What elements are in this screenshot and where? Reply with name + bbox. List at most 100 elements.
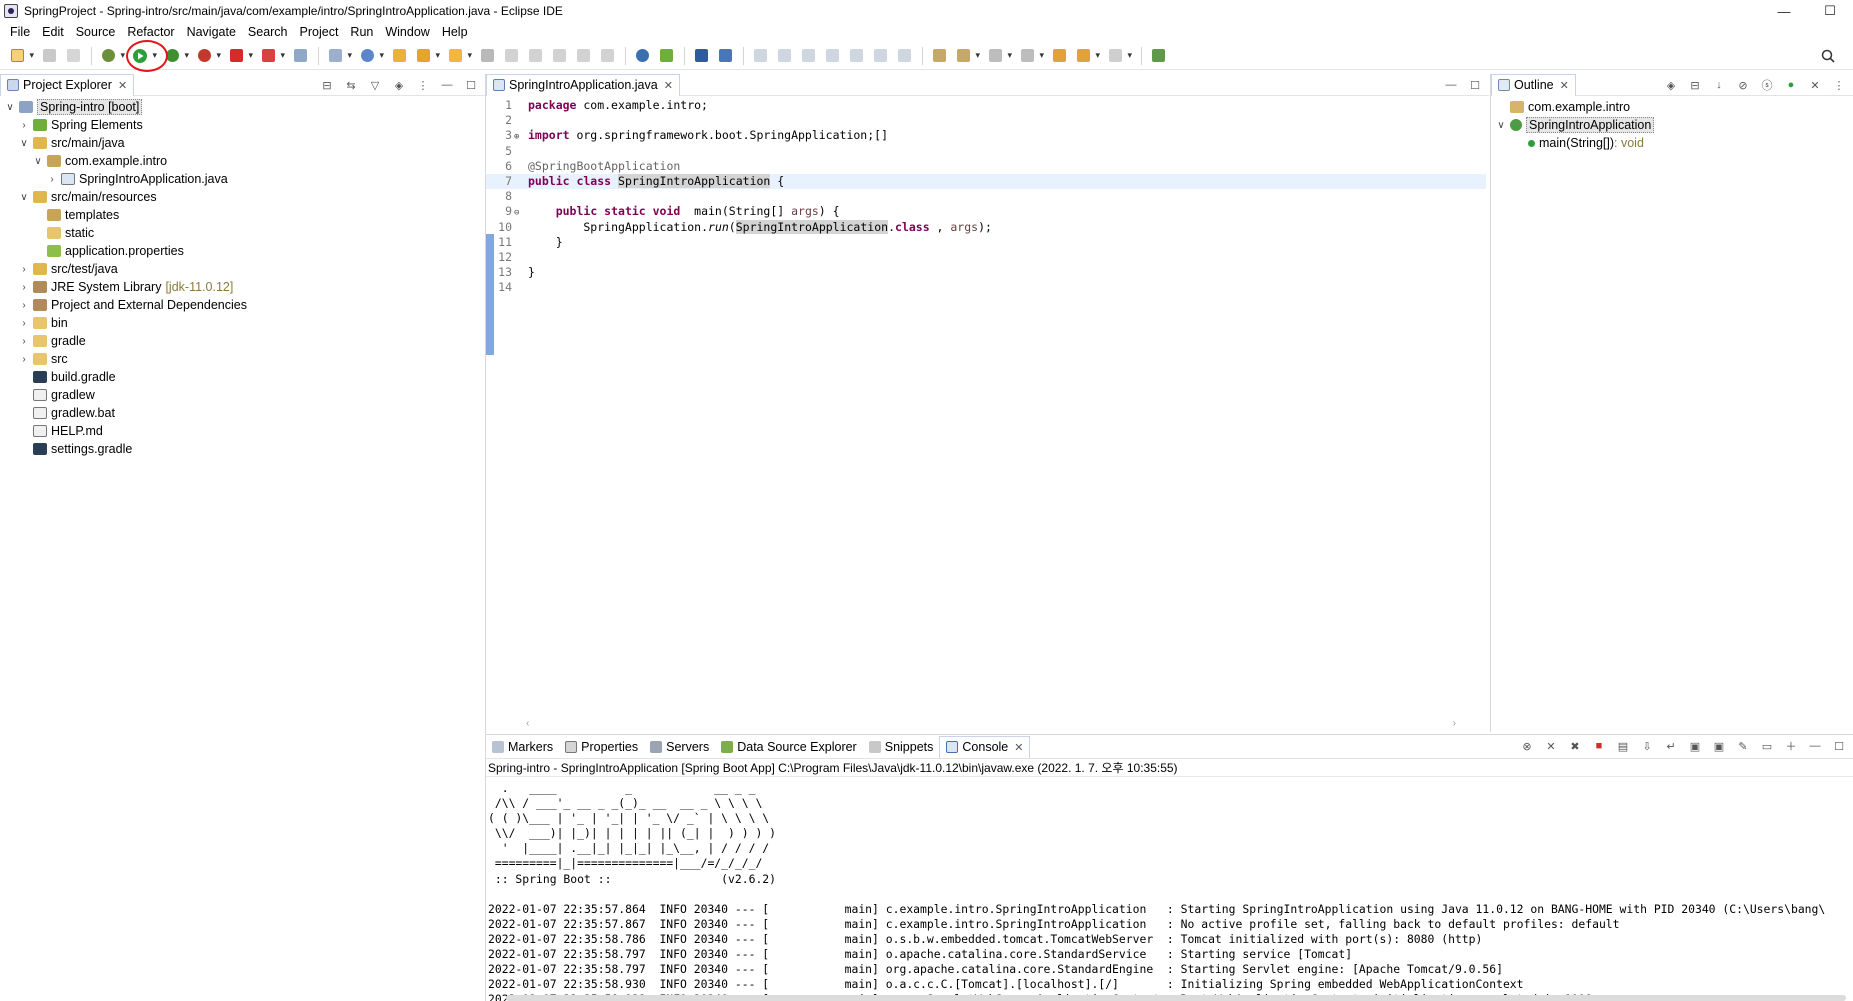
save-all-icon[interactable] [62, 46, 84, 66]
tree-item[interactable]: › bin [0, 314, 485, 332]
menu-edit[interactable]: Edit [36, 25, 70, 39]
block-selection-icon[interactable] [524, 46, 546, 66]
console-horizontal-scrollbar[interactable] [506, 995, 1846, 1001]
menu-project[interactable]: Project [294, 25, 345, 39]
tree-item[interactable]: gradlew.bat [0, 404, 485, 422]
view-menu-icon[interactable]: ⋮ [1831, 77, 1847, 93]
step-over-icon[interactable] [869, 46, 891, 66]
chevron-right-icon[interactable]: › [18, 300, 30, 311]
scroll-lock-icon[interactable]: ⇩ [1639, 738, 1655, 754]
relaunch-icon[interactable] [257, 46, 285, 66]
remove-all-launches-icon[interactable]: ✖ [1567, 738, 1583, 754]
remove-launch-icon[interactable]: ✕ [1543, 738, 1559, 754]
code-line[interactable]: 8 [486, 189, 1486, 204]
new-class-icon[interactable] [356, 46, 384, 66]
close-icon[interactable]: ✕ [1560, 79, 1569, 92]
code-line[interactable]: 2 [486, 113, 1486, 128]
chevron-right-icon[interactable]: › [18, 354, 30, 365]
tree-item[interactable]: build.gradle [0, 368, 485, 386]
terminate-icon[interactable]: ⊗ [1519, 738, 1535, 754]
whitespace-icon[interactable] [572, 46, 594, 66]
tree-item[interactable]: static [0, 224, 485, 242]
coverage-icon[interactable] [161, 46, 189, 66]
menu-window[interactable]: Window [379, 25, 435, 39]
menu-source[interactable]: Source [70, 25, 122, 39]
web-browser-icon[interactable] [631, 46, 653, 66]
menu-navigate[interactable]: Navigate [181, 25, 242, 39]
boot-dashboard-icon[interactable] [289, 46, 311, 66]
outline-item-package[interactable]: com.example.intro [1495, 98, 1853, 116]
chevron-right-icon[interactable]: › [18, 336, 30, 347]
search-toolbar-icon[interactable] [444, 46, 472, 66]
maximize-view-icon[interactable]: ☐ [1831, 738, 1847, 754]
back-icon[interactable] [1048, 46, 1070, 66]
maximize-view-icon[interactable]: ☐ [1467, 77, 1483, 93]
chevron-right-icon[interactable]: › [18, 318, 30, 329]
terminal-icon[interactable] [690, 46, 712, 66]
tab-servers[interactable]: Servers [644, 736, 715, 758]
console-output[interactable]: . ____ _ __ _ _ /\\ / ___'_ __ _ _(_)_ _… [486, 777, 1853, 1001]
code-line[interactable]: 13} [486, 265, 1486, 280]
tree-item[interactable]: › gradle [0, 332, 485, 350]
clear-console-icon[interactable]: ▤ [1615, 738, 1631, 754]
pin-console-icon[interactable]: ✎ [1735, 738, 1751, 754]
code-editor[interactable]: 1 package com.example.intro; 2 3 ⊕ import org.s… [486, 98, 1486, 708]
stop-icon[interactable] [225, 46, 253, 66]
maximize-button[interactable]: ☐ [1807, 0, 1853, 22]
terminate-icon[interactable] [797, 46, 819, 66]
code-line[interactable]: 11 } [486, 235, 1486, 250]
close-icon[interactable]: ✕ [664, 79, 673, 92]
menu-file[interactable]: File [4, 25, 36, 39]
menu-run[interactable]: Run [344, 25, 379, 39]
prev-annotation-icon[interactable] [984, 46, 1012, 66]
chevron-right-icon[interactable]: › [18, 264, 30, 275]
back-history-icon[interactable] [1072, 46, 1100, 66]
tree-item[interactable]: gradlew [0, 386, 485, 404]
skip-breakpoints-icon[interactable] [714, 46, 736, 66]
annotation-icon[interactable] [476, 46, 498, 66]
hide-fields-icon[interactable]: ⊘ [1735, 77, 1751, 93]
editor-horizontal-scrollbar[interactable]: ‹ › [526, 716, 1456, 730]
focus-icon[interactable]: ◈ [1663, 77, 1679, 93]
focus-icon[interactable]: ◈ [391, 77, 407, 93]
toggle-breadcrumb-icon[interactable] [928, 46, 950, 66]
step-return-icon[interactable] [893, 46, 915, 66]
last-edit-icon[interactable] [1016, 46, 1044, 66]
step-into-icon[interactable] [845, 46, 867, 66]
outline-item-method[interactable]: main(String[]) : void [1495, 134, 1853, 152]
external-tools-icon[interactable] [193, 46, 221, 66]
minimize-button[interactable]: — [1761, 0, 1807, 22]
spring-icon[interactable] [655, 46, 677, 66]
close-icon[interactable]: ✕ [118, 79, 127, 92]
code-line[interactable]: 10 SpringApplication.run(SpringIntroAppl… [486, 219, 1486, 235]
stop-icon[interactable]: ■ [1591, 738, 1607, 754]
maximize-view-icon[interactable]: ☐ [463, 77, 479, 93]
chevron-down-icon[interactable]: ∨ [4, 102, 16, 113]
tree-item[interactable]: › src [0, 350, 485, 368]
tree-item[interactable]: ∨ src/main/resources [0, 188, 485, 206]
save-icon[interactable] [38, 46, 60, 66]
chevron-right-icon[interactable]: › [18, 120, 30, 131]
tree-item[interactable]: › SpringIntroApplication.java [0, 170, 485, 188]
tree-item[interactable]: › Spring Elements [0, 116, 485, 134]
tree-item[interactable]: › Project and External Dependencies [0, 296, 485, 314]
display-console-icon[interactable]: ▭ [1759, 738, 1775, 754]
chevron-down-icon[interactable]: ∨ [32, 156, 44, 167]
tab-outline[interactable]: Outline ✕ [1491, 73, 1576, 96]
view-menu-icon[interactable]: ⋮ [415, 77, 431, 93]
outline-item-class[interactable]: ∨ SpringIntroApplication [1495, 116, 1853, 134]
new-icon[interactable] [6, 46, 34, 66]
code-line[interactable]: 1 package com.example.intro; [486, 98, 1486, 113]
open-console-icon[interactable]: ＋ [1783, 738, 1799, 754]
sort-icon[interactable]: ↓ [1711, 77, 1727, 93]
code-line[interactable]: 6 @SpringBootApplication [486, 159, 1486, 174]
open-type-icon[interactable] [388, 46, 410, 66]
tab-springintroapplication-java[interactable]: SpringIntroApplication.java ✕ [486, 73, 680, 96]
tab-properties[interactable]: Properties [559, 736, 644, 758]
word-wrap-icon[interactable]: ↵ [1663, 738, 1679, 754]
mark-occurrences-icon[interactable] [500, 46, 522, 66]
tab-data-source-explorer[interactable]: Data Source Explorer [715, 736, 863, 758]
tree-item[interactable]: settings.gradle [0, 440, 485, 458]
resume-icon[interactable] [749, 46, 771, 66]
close-icon[interactable]: ✕ [1014, 741, 1023, 754]
